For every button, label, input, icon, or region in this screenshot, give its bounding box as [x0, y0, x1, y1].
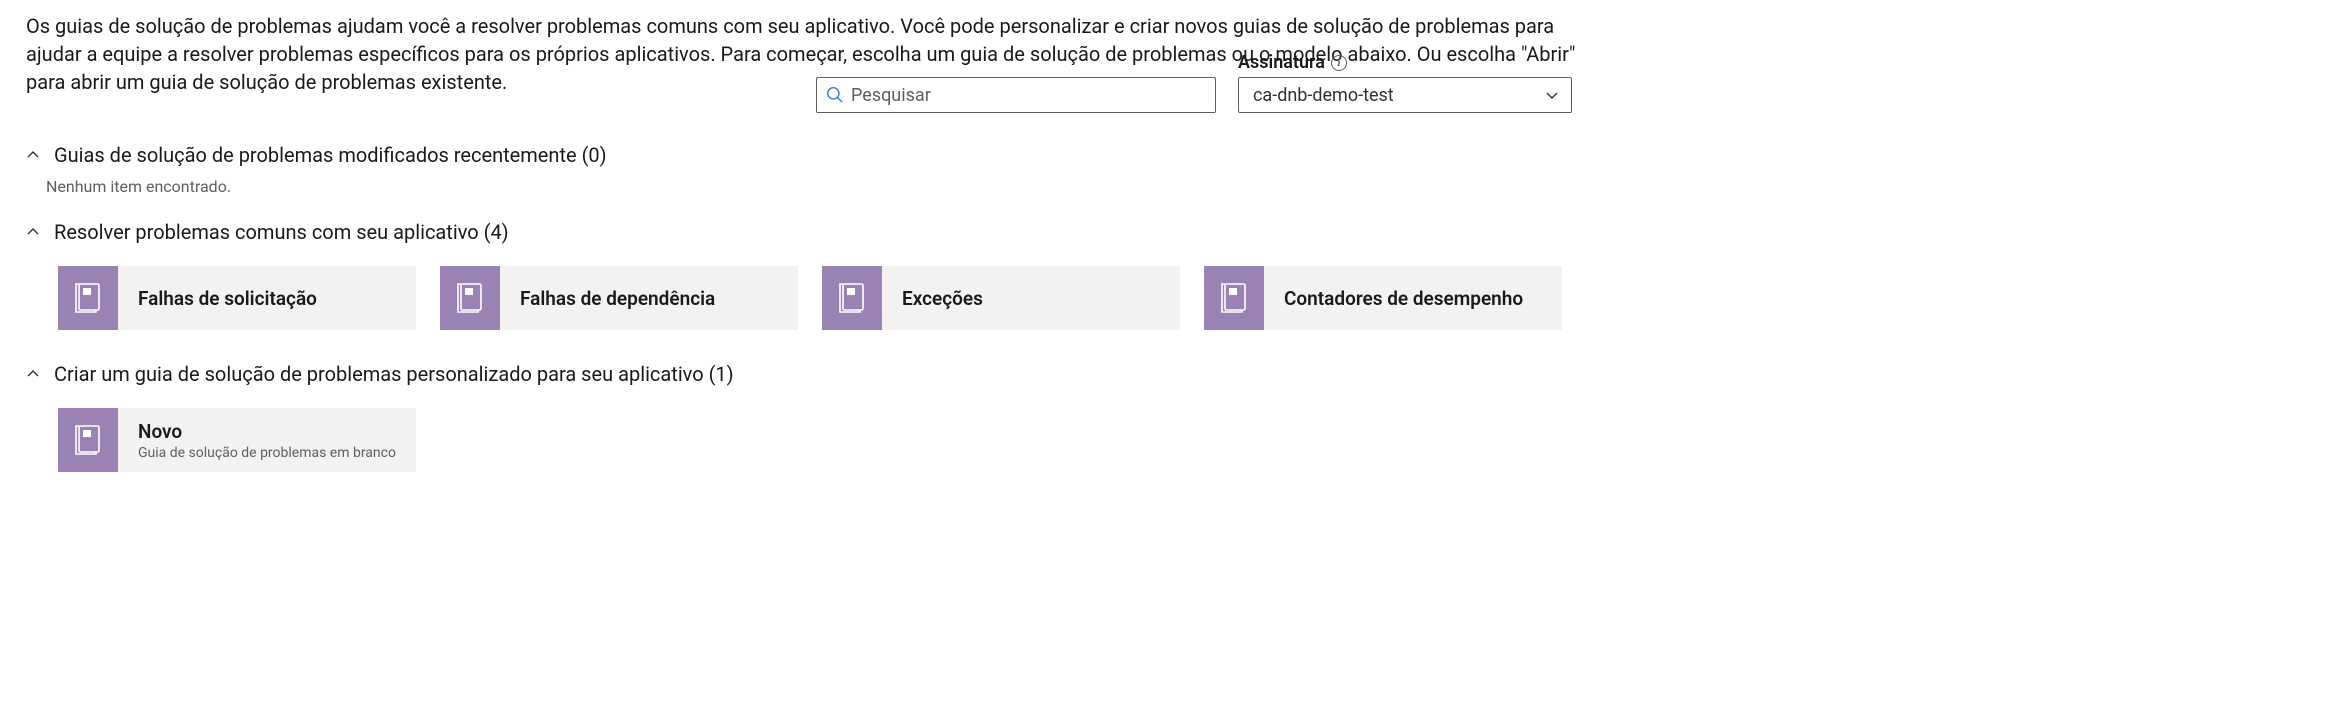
section-recent-header[interactable]: Guias de solução de problemas modificado…: [26, 137, 2302, 173]
chevron-down-icon: [1545, 88, 1559, 102]
section-recent: Guias de solução de problemas modificado…: [26, 137, 2302, 196]
card-subtitle: Guia de solução de problemas em branco: [138, 445, 396, 461]
subscription-label-text: Assinatura: [1238, 52, 1325, 73]
section-common: Resolver problemas comuns com seu aplica…: [26, 214, 2302, 338]
chevron-up-icon: [26, 148, 40, 162]
card-title: Falhas de solicitação: [138, 287, 396, 310]
card-performance-counters[interactable]: Contadores de desempenho: [1204, 266, 1562, 330]
card-title: Novo: [138, 420, 396, 443]
card-new-guide[interactable]: Novo Guia de solução de problemas em bra…: [58, 408, 416, 472]
guide-icon: [1204, 266, 1264, 330]
guide-icon: [440, 266, 500, 330]
subscription-value: ca-dnb-demo-test: [1253, 85, 1394, 106]
section-common-cards: Falhas de solicitação Falhas de dependên…: [26, 250, 2302, 338]
card-dependency-failures[interactable]: Falhas de dependência: [440, 266, 798, 330]
card-title: Contadores de desempenho: [1284, 287, 1542, 310]
guide-icon: [58, 408, 118, 472]
subscription-block: Assinatura i ca-dnb-demo-test: [1238, 52, 1572, 113]
chevron-up-icon: [26, 367, 40, 381]
guide-icon: [58, 266, 118, 330]
subscription-label: Assinatura i: [1238, 52, 1572, 73]
section-custom-title: Criar um guia de solução de problemas pe…: [54, 362, 734, 386]
card-exceptions[interactable]: Exceções: [822, 266, 1180, 330]
chevron-up-icon: [26, 225, 40, 239]
guide-icon: [822, 266, 882, 330]
section-recent-title: Guias de solução de problemas modificado…: [54, 143, 607, 167]
section-recent-empty: Nenhum item encontrado.: [26, 173, 2302, 196]
section-custom-header[interactable]: Criar um guia de solução de problemas pe…: [26, 356, 2302, 392]
search-input[interactable]: [816, 77, 1216, 113]
card-title: Exceções: [902, 287, 1160, 310]
card-title: Falhas de dependência: [520, 287, 778, 310]
section-custom: Criar um guia de solução de problemas pe…: [26, 356, 2302, 480]
section-common-header[interactable]: Resolver problemas comuns com seu aplica…: [26, 214, 2302, 250]
section-custom-cards: Novo Guia de solução de problemas em bra…: [26, 392, 2302, 480]
card-request-failures[interactable]: Falhas de solicitação: [58, 266, 416, 330]
search-wrapper: [816, 77, 1216, 113]
section-common-title: Resolver problemas comuns com seu aplica…: [54, 220, 509, 244]
info-icon[interactable]: i: [1331, 55, 1347, 71]
subscription-select[interactable]: ca-dnb-demo-test: [1238, 77, 1572, 113]
